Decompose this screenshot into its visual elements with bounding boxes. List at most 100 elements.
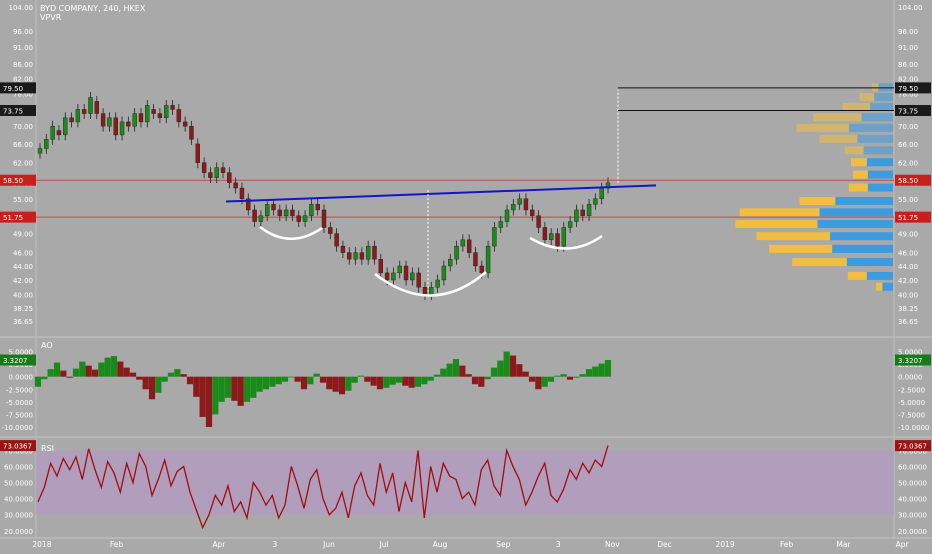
ao-tick-left: -2.5000 bbox=[6, 386, 33, 394]
vp-buy-bar bbox=[867, 183, 893, 192]
price-tick-left: 66.00 bbox=[13, 141, 33, 149]
vp-sell-bar bbox=[796, 123, 849, 132]
candle-down bbox=[416, 272, 421, 288]
vp-buy-bar bbox=[832, 244, 893, 253]
time-tick: 3 bbox=[556, 540, 561, 549]
price-tick-left: 96.00 bbox=[13, 28, 33, 36]
vp-buy-bar bbox=[857, 134, 893, 143]
time-tick: Apr bbox=[896, 540, 910, 549]
ao-bar bbox=[237, 376, 244, 406]
candle-down bbox=[138, 113, 144, 123]
ao-bar bbox=[34, 376, 42, 387]
price-tag-left-text: 58.50 bbox=[3, 177, 23, 185]
time-tick: Feb bbox=[780, 540, 794, 549]
vp-buy-bar bbox=[819, 208, 893, 217]
trading-chart[interactable]: 104.00 104.00 96.00 96.00 91.00 91.00 86.00 86.… bbox=[0, 0, 932, 550]
rsi-tick-right: 50.0000 bbox=[898, 480, 927, 488]
price-tick-left: 44.00 bbox=[13, 263, 33, 271]
candle-down bbox=[176, 109, 182, 123]
price-tick-left: 82.00 bbox=[13, 76, 33, 84]
ao-bar bbox=[231, 376, 238, 401]
candle-down bbox=[328, 227, 333, 234]
time-tick: Aug bbox=[433, 540, 448, 549]
candle-down bbox=[227, 172, 232, 184]
candle-up bbox=[132, 113, 137, 127]
ao-bar bbox=[345, 376, 352, 391]
time-tick: Jun bbox=[322, 540, 335, 549]
vp-sell-bar bbox=[853, 170, 868, 179]
ao-bar bbox=[452, 359, 460, 377]
ao-bar bbox=[136, 376, 143, 380]
ao-bar bbox=[338, 376, 346, 395]
price-tag-left-text: 79.50 bbox=[3, 85, 23, 93]
chart-root: 104.00 104.00 96.00 96.00 91.00 91.00 86.00 86.… bbox=[0, 0, 932, 550]
candle-down bbox=[347, 252, 352, 260]
candle-down bbox=[555, 233, 560, 247]
ao-tick-left: -7.5000 bbox=[6, 411, 33, 419]
ao-value-right: 3.3207 bbox=[898, 357, 923, 365]
time-tick: 3 bbox=[273, 540, 278, 549]
ao-bar bbox=[554, 375, 561, 377]
ao-bar bbox=[250, 376, 257, 398]
vp-sell-bar bbox=[851, 158, 867, 167]
ao-bar bbox=[560, 374, 567, 377]
ao-bar bbox=[117, 361, 124, 377]
ao-bar bbox=[370, 376, 377, 386]
ao-bar bbox=[497, 360, 504, 377]
ao-tick-left: 0.0000 bbox=[9, 374, 34, 382]
rsi-tick-right: 60.0000 bbox=[898, 464, 927, 472]
ao-bar bbox=[490, 367, 498, 377]
ao-bar bbox=[573, 376, 580, 378]
candle-down bbox=[530, 209, 535, 216]
ao-bar bbox=[585, 369, 593, 377]
ao-bar bbox=[465, 374, 472, 377]
candle-down bbox=[201, 162, 207, 173]
vp-buy-bar bbox=[848, 123, 893, 132]
candle-down bbox=[252, 209, 257, 222]
candle-up bbox=[44, 139, 49, 149]
ao-bar bbox=[433, 374, 441, 377]
candle-up bbox=[567, 221, 573, 228]
ao-bar bbox=[307, 376, 314, 385]
ao-bar bbox=[174, 369, 181, 377]
candle-down bbox=[113, 117, 118, 136]
candle-down bbox=[580, 209, 585, 216]
vp-sell-bar bbox=[769, 244, 833, 253]
candle-down bbox=[340, 245, 346, 253]
ao-bar bbox=[294, 376, 301, 382]
candle-up bbox=[561, 227, 567, 247]
ao-bar bbox=[503, 351, 510, 377]
candle-up bbox=[435, 279, 440, 288]
candle-down bbox=[334, 233, 339, 247]
candle-up bbox=[391, 272, 396, 281]
vp-buy-bar bbox=[861, 113, 893, 122]
candle-up bbox=[145, 105, 150, 123]
ao-bar bbox=[459, 365, 466, 377]
ao-bar bbox=[123, 367, 130, 377]
vp-sell-bar bbox=[876, 282, 883, 291]
ao-bar bbox=[427, 376, 434, 381]
candle-down bbox=[378, 259, 383, 274]
vp-sell-bar bbox=[847, 271, 867, 280]
ao-bar bbox=[516, 364, 523, 377]
price-tick-right: 36.65 bbox=[898, 318, 918, 326]
candle-down bbox=[182, 121, 188, 127]
ao-bar bbox=[167, 372, 175, 377]
candle-up bbox=[586, 204, 592, 216]
ao-bar bbox=[389, 376, 396, 385]
candle-down bbox=[69, 117, 74, 123]
chart-title: BYD COMPANY, 240, HKEX bbox=[40, 4, 146, 13]
price-tick-left: 86.00 bbox=[13, 61, 33, 69]
ao-bar bbox=[91, 369, 99, 377]
ao-bar bbox=[313, 373, 320, 377]
price-tick-right: 55.00 bbox=[898, 196, 918, 204]
rsi-label: RSI bbox=[41, 444, 54, 453]
rsi-tick-left: 50.0000 bbox=[4, 480, 33, 488]
ao-tick-left: -10.0000 bbox=[2, 424, 33, 432]
ao-bar bbox=[402, 376, 409, 386]
candle-down bbox=[315, 204, 320, 211]
price-tag-right-text: 51.75 bbox=[898, 214, 918, 222]
time-tick: Nov bbox=[605, 540, 620, 549]
vp-sell-bar bbox=[819, 134, 858, 143]
candle-up bbox=[283, 209, 289, 216]
